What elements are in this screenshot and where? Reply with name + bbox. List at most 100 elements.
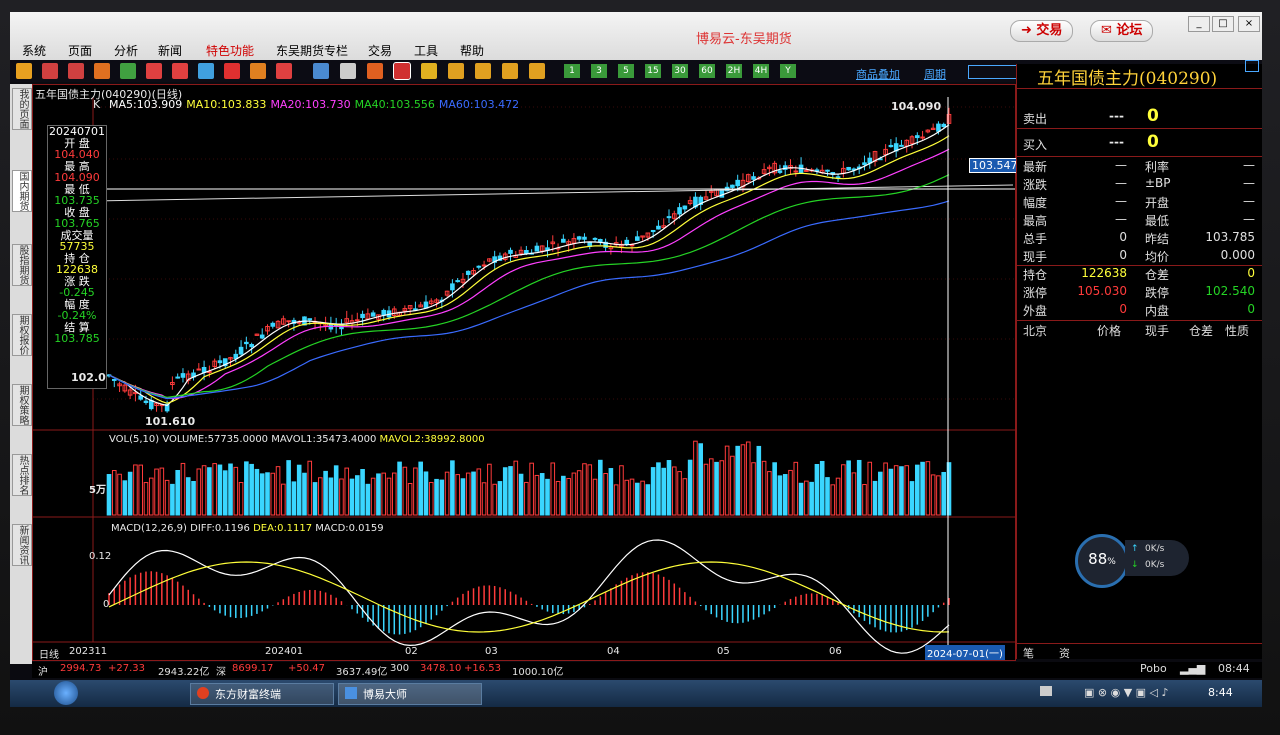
period-button-5[interactable]: 60 [699,64,715,78]
day-icon[interactable] [393,62,411,80]
candle-body [138,395,143,400]
draw-icon[interactable] [224,63,240,79]
volume-bar [265,472,270,516]
quote-title: 五年国债主力(040290) [1017,64,1262,89]
volume-bar [434,478,439,516]
left-tab-3[interactable]: 期权报价 [12,314,32,356]
candle-body [592,237,598,240]
taskbar-app-boyi[interactable]: 博易大师 [338,683,482,705]
week-icon[interactable] [421,63,437,79]
home-icon[interactable] [42,63,58,79]
panel-restore-icon[interactable] [1245,60,1259,72]
period-button-7[interactable]: 4H [753,64,769,78]
menu-item-2[interactable]: 分析 [114,42,138,59]
menu-item-7[interactable]: 工具 [414,42,438,59]
f-icon[interactable] [367,63,383,79]
candle-body [846,166,851,171]
forum-button[interactable]: ✉ 论坛 [1090,20,1154,42]
window-icon[interactable] [172,63,188,79]
zoom-in-icon[interactable] [120,63,136,79]
volume-bar [360,469,365,516]
menu-item-8[interactable]: 帮助 [460,42,484,59]
month-icon[interactable] [448,63,464,79]
x-axis-label: 04 [607,646,620,657]
add-product-link[interactable]: 商品叠加 [856,66,900,82]
menu-item-5[interactable]: 东吴期货专栏 [276,42,348,59]
indicator-icon[interactable] [276,63,292,79]
zoom-out-icon[interactable] [146,63,162,79]
volume-bar [719,460,725,516]
menu-item-0[interactable]: 系统 [22,42,46,59]
candle-body [270,322,276,327]
tray-icons[interactable]: ▣ ⊗ ◉ ▼ ▣ ◁ ♪ [1084,686,1169,699]
volume-bar [936,475,941,516]
nav-arrows[interactable] [968,65,1018,79]
left-tab-1[interactable]: 国内期货 [12,170,32,212]
period-button-6[interactable]: 2H [726,64,742,78]
season-icon[interactable] [475,63,491,79]
x-axis-label: 05 [717,646,730,657]
year-icon[interactable] [502,63,518,79]
period-button-8[interactable]: Y [780,64,796,78]
candle-body [508,249,513,254]
maximize-button[interactable]: □ [1212,16,1234,32]
menu-item-1[interactable]: 页面 [68,42,92,59]
left-tab-2[interactable]: 股指期货 [12,244,32,286]
candle-body [534,245,540,252]
menu-item-4[interactable]: 特色功能 [206,42,254,59]
period-button-3[interactable]: 15 [645,64,661,78]
table-icon[interactable] [313,63,329,79]
cross-icon[interactable] [529,63,545,79]
quote-row: 最高 — 最低 — [1023,212,1255,228]
chart-canvas[interactable] [33,85,1015,660]
menu-item-3[interactable]: 新闻 [158,42,182,59]
network-gauge[interactable]: 88% [1075,534,1129,588]
kline-chart-area[interactable]: 五年国债主力(040290)(日线) K MA5:103.909 MA10:103… [32,84,1021,661]
period-button-1[interactable]: 3 [591,64,607,78]
period-button-0[interactable]: 1 [564,64,580,78]
volume-bar [376,473,381,516]
left-tab-6[interactable]: 新闻资讯 [12,524,32,566]
menu-item-6[interactable]: 交易 [368,42,392,59]
candle-body [238,346,244,355]
volume-bar [735,445,740,516]
left-tab-5[interactable]: 热点排名 [12,454,32,496]
left-tab-4[interactable]: 期权策略 [12,384,32,426]
close-button[interactable]: × [1238,16,1260,32]
minimize-button[interactable]: _ [1188,16,1210,32]
tick-header-cell: 仓差 [1189,324,1214,338]
menu-bar: 博易云-东吴期货 ➜ 交易 ✉ 论坛 _ □ × 系统 页面 分析 新闻 特色功能 东吴期… [10,12,1262,60]
candle-body [413,308,418,311]
refresh-icon[interactable] [94,63,110,79]
volume-bar [867,461,873,516]
period-button-2[interactable]: 5 [618,64,634,78]
filter-icon[interactable] [250,63,266,79]
pen-icon[interactable] [198,63,214,79]
period-button-4[interactable]: 30 [672,64,688,78]
volume-bar [745,441,751,516]
volume-bar [259,473,265,516]
brand-label: Pobo [1140,662,1167,675]
volume-bar [640,480,645,516]
info-box-line: -0.24% [57,309,97,322]
volume-bar [751,462,756,516]
back-icon[interactable] [16,63,32,79]
left-tab-0[interactable]: 我的页面 [12,88,32,130]
volume-bar [687,459,693,516]
tab-trades[interactable]: 笔 [1023,645,1034,661]
taskbar-app-eastmoney[interactable]: 东方财富终端 [190,683,334,705]
period-link[interactable]: 周期 [924,66,946,82]
volume-bar [555,481,561,516]
volume-bar [740,444,746,516]
crosshair-date-box: 2024-07-01(一) [925,645,1005,660]
candle-body [476,265,482,268]
volume-bar [397,461,402,516]
tray-keyboard-icon[interactable] [1040,686,1052,696]
f10-icon[interactable] [68,63,84,79]
candle-body [196,368,202,371]
trade-button[interactable]: ➜ 交易 [1010,20,1074,42]
volume-bar [809,481,814,516]
tab-funds[interactable]: 资 [1059,645,1070,661]
start-button[interactable] [54,681,78,705]
kline-icon[interactable] [340,63,356,79]
